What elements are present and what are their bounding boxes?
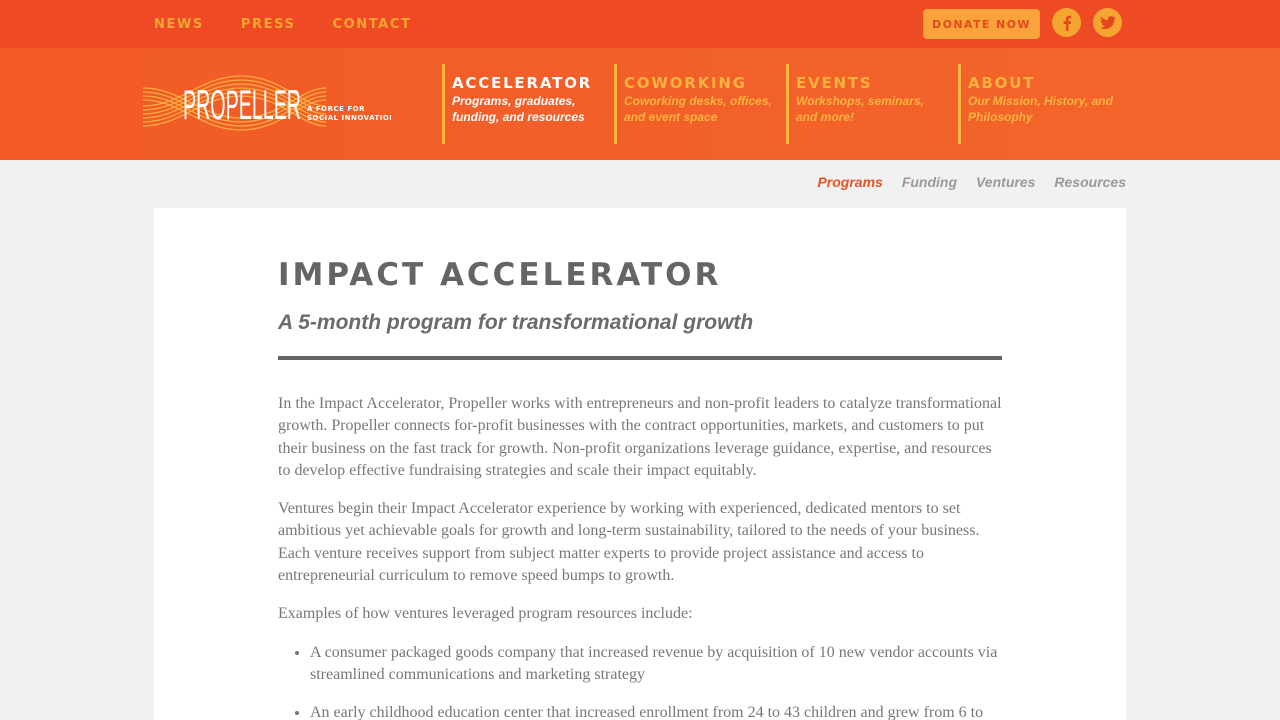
subnav-programs[interactable]: Programs xyxy=(817,174,882,190)
list-item: A consumer packaged goods company that i… xyxy=(310,642,1002,687)
examples-list: A consumer packaged goods company that i… xyxy=(310,642,1002,720)
propeller-logo[interactable]: PROPELLER A FORCE FOR SOCIAL INNOVATION xyxy=(141,72,395,134)
list-item: An early childhood education center that… xyxy=(310,702,1002,720)
logo-wordmark: PROPELLER xyxy=(183,81,301,128)
facebook-icon[interactable] xyxy=(1052,8,1081,37)
section-subnav: Programs Funding Ventures Resources xyxy=(817,174,1126,190)
news-link[interactable]: NEWS xyxy=(154,17,204,32)
nav-coworking-desc: Coworking desks, offices, and event spac… xyxy=(624,94,772,124)
nav-events-title: EVENTS xyxy=(796,74,873,92)
logo-tagline-2: SOCIAL INNOVATION xyxy=(307,114,391,122)
twitter-icon[interactable] xyxy=(1093,8,1122,37)
nav-coworking[interactable]: COWORKING Coworking desks, offices, and … xyxy=(614,64,774,144)
top-utility-bar: NEWS PRESS CONTACT DONATE NOW xyxy=(0,0,1280,48)
intro-paragraph: In the Impact Accelerator, Propeller wor… xyxy=(278,395,1002,479)
mentors-paragraph: Ventures begin their Impact Accelerator … xyxy=(278,500,980,585)
press-link[interactable]: PRESS xyxy=(241,17,296,32)
donate-button[interactable]: DONATE NOW xyxy=(923,9,1040,39)
nav-about[interactable]: ABOUT Our Mission, History, and Philosop… xyxy=(958,64,1118,144)
nav-about-desc: Our Mission, History, and Philosophy xyxy=(968,94,1113,124)
site-header: PROPELLER A FORCE FOR SOCIAL INNOVATION … xyxy=(0,48,1280,160)
content-card: IMPACT ACCELERATOR A 5-month program for… xyxy=(154,208,1126,720)
subnav-resources[interactable]: Resources xyxy=(1054,174,1126,190)
subnav-ventures[interactable]: Ventures xyxy=(976,174,1035,190)
nav-accelerator-desc: Programs, graduates, funding, and resour… xyxy=(452,94,585,124)
nav-accelerator-title: ACCELERATOR xyxy=(452,74,593,92)
nav-events[interactable]: EVENTS Workshops, seminars, and more! xyxy=(786,64,946,144)
logo-tagline-1: A FORCE FOR xyxy=(307,105,365,113)
nav-coworking-title: COWORKING xyxy=(624,74,747,92)
title-divider xyxy=(278,356,1002,360)
article: IMPACT ACCELERATOR A 5-month program for… xyxy=(278,256,1002,720)
contact-link[interactable]: CONTACT xyxy=(332,17,411,32)
nav-events-desc: Workshops, seminars, and more! xyxy=(796,94,924,124)
page-title: IMPACT ACCELERATOR xyxy=(278,257,722,293)
nav-about-title: ABOUT xyxy=(968,74,1036,92)
examples-intro: Examples of how ventures leveraged progr… xyxy=(278,605,693,623)
page-subtitle: A 5-month program for transformational g… xyxy=(278,311,754,334)
utility-nav: NEWS PRESS CONTACT xyxy=(154,0,411,48)
nav-accelerator[interactable]: ACCELERATOR Programs, graduates, funding… xyxy=(442,64,602,144)
subnav-funding[interactable]: Funding xyxy=(902,174,957,190)
